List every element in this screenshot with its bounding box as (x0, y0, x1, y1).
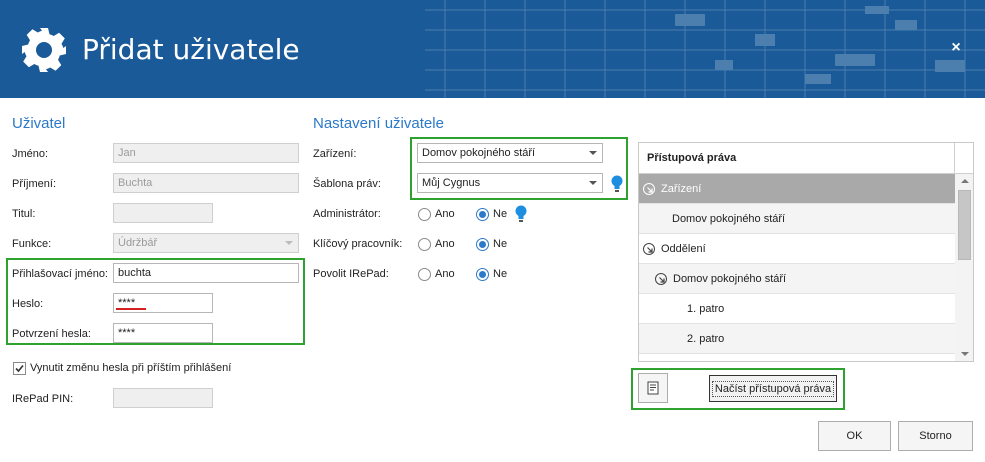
confirm-password-field[interactable]: **** (113, 323, 213, 343)
dialog-title: Přidat uživatele (82, 33, 300, 66)
template-label: Šablona práv: (313, 178, 381, 190)
irepad-yes-radio[interactable] (418, 268, 431, 281)
settings-gear-icon (22, 28, 66, 72)
key-worker-no-radio[interactable] (476, 238, 489, 251)
title-field[interactable] (113, 203, 213, 223)
key-worker-yes-radio[interactable] (418, 238, 431, 251)
irepad-yes-label: Ano (435, 268, 455, 280)
tree-row-label: Domov pokojného stáří (672, 213, 786, 225)
key-worker-label: Klíčový pracovník: (313, 238, 403, 250)
grid-header: Přístupová práva (639, 143, 955, 174)
settings-section-title: Nastavení uživatele (313, 115, 444, 132)
pin-field[interactable] (113, 388, 213, 408)
irepad-no-radio[interactable] (476, 268, 489, 281)
spellcheck-underline (116, 308, 146, 310)
tree-row-label: Zařízení (661, 183, 702, 195)
checkmark-icon (15, 364, 24, 373)
admin-yes-radio[interactable] (418, 208, 431, 221)
first-name-field[interactable]: Jan (113, 143, 299, 163)
password-label: Heslo: (12, 298, 44, 310)
force-password-change-checkbox[interactable] (13, 362, 26, 375)
grid-scrollbar[interactable] (955, 174, 973, 361)
irepad-no-label: Ne (493, 268, 508, 280)
first-name-label: Jméno: (12, 148, 49, 160)
chevron-down-icon (589, 151, 597, 155)
title-label: Titul: (12, 208, 36, 220)
last-name-field[interactable]: Buchta (113, 173, 299, 193)
tree-row[interactable]: 1. patro (639, 294, 955, 324)
load-rights-button-label: Načíst přístupová práva (711, 381, 835, 397)
device-label: Zařízení: (313, 148, 357, 160)
user-section-title: Uživatel (12, 115, 66, 132)
chevron-down-icon (589, 181, 597, 185)
load-rights-button[interactable]: Načíst přístupová práva (709, 375, 837, 402)
document-icon (647, 381, 659, 395)
tree-row-label: 1. patro (687, 303, 725, 315)
password-field[interactable]: **** (113, 293, 213, 313)
collapse-icon[interactable] (643, 243, 655, 255)
force-password-change-label: Vynutit změnu hesla při příštím přihláše… (30, 362, 232, 374)
template-select[interactable]: Můj Cygnus (417, 173, 603, 193)
pin-label: IRePad PIN: (12, 393, 74, 405)
scroll-up-icon[interactable] (961, 179, 969, 183)
dialog-header: Přidat uživatele × (0, 0, 985, 98)
tree-row[interactable]: Oddělení (639, 234, 955, 264)
lightbulb-icon[interactable] (610, 175, 624, 193)
chevron-down-icon (285, 241, 293, 245)
close-icon[interactable]: × (946, 38, 966, 58)
last-name-label: Příjmení: (12, 178, 57, 190)
irepad-label: Povolit IRePad: (313, 268, 389, 280)
collapse-icon[interactable] (655, 273, 667, 285)
tree-row[interactable]: Domov pokojného stáří (639, 204, 955, 234)
ok-button[interactable]: OK (818, 421, 891, 451)
key-worker-yes-label: Ano (435, 238, 455, 250)
lightbulb-icon[interactable] (514, 205, 528, 223)
function-label: Funkce: (12, 238, 52, 250)
collapse-icon[interactable] (643, 183, 655, 195)
scrollbar-thumb[interactable] (958, 190, 971, 260)
admin-no-radio[interactable] (476, 208, 489, 221)
function-select-value: Údržbář (118, 237, 158, 249)
function-select[interactable]: Údržbář (113, 233, 299, 253)
notes-button[interactable] (638, 373, 668, 403)
scroll-down-icon[interactable] (961, 352, 969, 356)
device-select-value: Domov pokojného stáří (422, 147, 536, 159)
device-select[interactable]: Domov pokojného stáří (417, 143, 603, 163)
admin-label: Administrátor: (313, 208, 381, 220)
login-label: Přihlašovací jméno: (12, 268, 108, 280)
cancel-button[interactable]: Storno (898, 421, 973, 451)
tree-row[interactable]: Zařízení (639, 174, 955, 204)
login-field[interactable]: buchta (113, 263, 299, 283)
tree-row[interactable]: Domov pokojného stáří (639, 264, 955, 294)
grid-header-corner (955, 143, 973, 174)
admin-no-label: Ne (493, 208, 508, 220)
confirm-password-label: Potvrzení hesla: (12, 328, 91, 340)
tree-row-label: Oddělení (661, 243, 706, 255)
access-rights-grid[interactable]: Přístupová práva Zařízení Domov pokojnéh… (638, 142, 974, 362)
header-pattern (425, 0, 985, 98)
template-select-value: Můj Cygnus (422, 177, 481, 189)
tree-row-label: 2. patro (687, 333, 725, 345)
tree-row[interactable]: 2. patro (639, 324, 955, 354)
tree-row-label: Domov pokojného stáří (673, 273, 787, 285)
admin-yes-label: Ano (435, 208, 455, 220)
key-worker-no-label: Ne (493, 238, 508, 250)
